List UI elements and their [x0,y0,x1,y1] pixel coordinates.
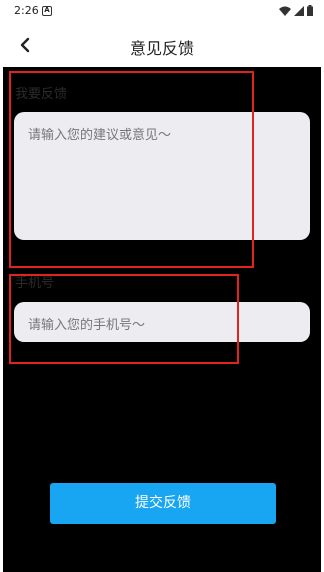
page-title: 意见反馈 [129,39,194,58]
phone-highlight-box [9,274,239,364]
submit-button[interactable]: 提交反馈 [50,483,276,524]
wifi-icon [279,6,291,16]
feedback-highlight-box [9,71,254,268]
app-screen: 2:26 A 意见反馈 我要反馈 请输入您的建议或意见～ 手机号 请输入您的手机… [3,0,321,572]
signal-icon [294,5,304,16]
notification-icon: A [42,6,52,16]
header: 意见反馈 [3,24,321,67]
status-bar: 2:26 A [3,0,321,24]
status-icons [279,5,313,16]
status-time: 2:26 [14,4,39,17]
battery-icon [307,5,313,16]
